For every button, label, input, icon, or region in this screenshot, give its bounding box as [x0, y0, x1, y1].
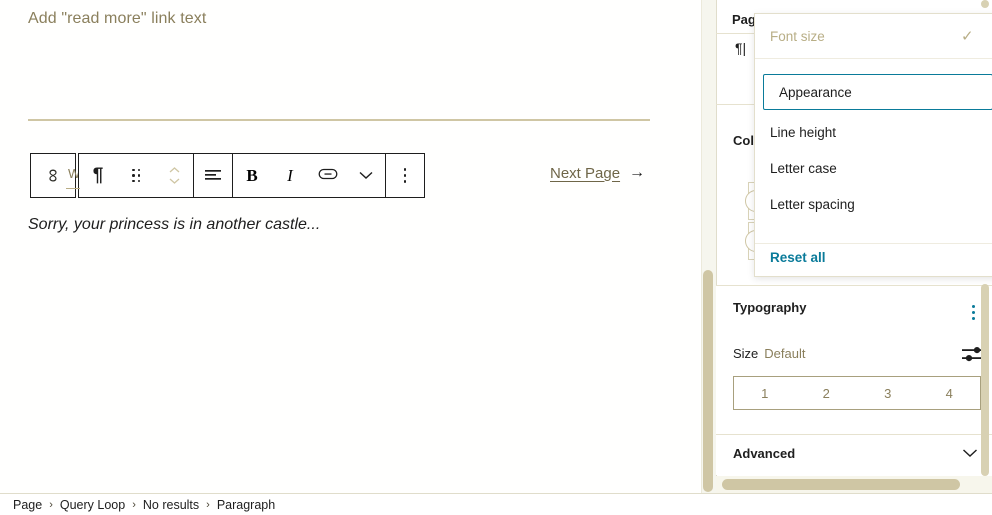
- menu-item-label: Letter spacing: [770, 196, 855, 212]
- content-divider: [28, 119, 650, 121]
- typography-panel: Typography Size Default 1 2 3 4: [716, 285, 992, 435]
- next-page-label: Next Page: [550, 164, 621, 182]
- link-icon: [318, 167, 338, 184]
- advanced-panel-toggle[interactable]: Advanced: [716, 435, 992, 475]
- next-page-link[interactable]: Next Page →: [550, 164, 645, 182]
- more-formats-button[interactable]: [347, 154, 385, 197]
- drag-handle-icon: [132, 168, 140, 183]
- font-size-step-4[interactable]: 4: [919, 377, 981, 409]
- font-size-step-2[interactable]: 2: [796, 377, 858, 409]
- arrow-right-icon: →: [629, 164, 646, 181]
- italic-icon: I: [287, 165, 293, 185]
- menu-header-label: Font size: [770, 28, 825, 44]
- reset-all-button[interactable]: Reset all: [770, 250, 826, 265]
- breadcrumb-item-page[interactable]: Page: [6, 498, 49, 512]
- sidebar-vscrollbar-thumb-top[interactable]: [981, 0, 989, 8]
- obscured-pilcrow-icon: ¶|: [735, 40, 747, 56]
- menu-header-font-size[interactable]: Font size ✓: [755, 14, 992, 59]
- italic-button[interactable]: I: [271, 154, 309, 197]
- move-up-down-icon: [169, 167, 180, 184]
- block-controls-group: ¶ B I: [78, 153, 425, 198]
- bold-icon: B: [246, 165, 258, 185]
- align-text-icon: [204, 167, 223, 185]
- block-type-button[interactable]: ¶: [79, 154, 117, 197]
- block-toolbar: ∞ ¶ B I: [30, 153, 425, 198]
- link-button[interactable]: [309, 154, 347, 197]
- move-block-button[interactable]: [155, 154, 193, 197]
- editor-canvas: Add "read more" link text ∞ ¶ B I W Next…: [0, 0, 700, 493]
- check-icon: ✓: [961, 28, 974, 45]
- menu-item-letter-case[interactable]: Letter case: [755, 150, 992, 186]
- sidebar-row-border: [716, 104, 756, 105]
- chevron-down-icon: [359, 168, 373, 183]
- obscured-link-text: W: [68, 166, 78, 181]
- chain-link-icon: ∞: [42, 168, 64, 183]
- color-section-label: Col: [733, 133, 754, 148]
- breadcrumb-item-paragraph[interactable]: Paragraph: [210, 498, 282, 512]
- menu-divider: [755, 243, 992, 244]
- menu-item-label: Letter case: [770, 160, 837, 176]
- font-size-step-3[interactable]: 3: [857, 377, 919, 409]
- obscured-link-underline: [66, 188, 80, 189]
- more-options-vertical-dots-icon: [403, 168, 407, 183]
- font-size-row: Size Default: [733, 346, 806, 361]
- breadcrumb: Page › Query Loop › No results › Paragra…: [0, 493, 992, 515]
- canvas-scrollbar-thumb[interactable]: [703, 270, 713, 492]
- typography-tools-menu: Font size ✓ Appearance Line height Lette…: [754, 13, 992, 277]
- chevron-down-icon: [962, 445, 978, 463]
- paragraph-pilcrow-icon: ¶: [92, 165, 104, 186]
- breadcrumb-item-query-loop[interactable]: Query Loop: [53, 498, 132, 512]
- menu-item-line-height[interactable]: Line height: [755, 114, 992, 150]
- menu-item-label: Line height: [770, 124, 837, 140]
- breadcrumb-item-no-results[interactable]: No results: [136, 498, 206, 512]
- block-options-button[interactable]: [386, 154, 424, 197]
- sidebar-vscrollbar-thumb[interactable]: [981, 284, 989, 476]
- font-size-step-1[interactable]: 1: [734, 377, 796, 409]
- font-size-value: Default: [764, 346, 806, 361]
- menu-item-label: Appearance: [779, 84, 852, 100]
- editor-root: Add "read more" link text ∞ ¶ B I W Next…: [0, 0, 992, 515]
- read-more-placeholder[interactable]: Add "read more" link text: [28, 10, 206, 28]
- align-text-button[interactable]: [194, 154, 232, 197]
- menu-item-letter-spacing[interactable]: Letter spacing: [755, 186, 992, 222]
- typography-title: Typography: [733, 300, 807, 315]
- font-size-stepper[interactable]: 1 2 3 4: [733, 376, 981, 410]
- bold-button[interactable]: B: [233, 154, 271, 197]
- paragraph-block[interactable]: Sorry, your princess is in another castl…: [28, 216, 320, 234]
- drag-handle-button[interactable]: [117, 154, 155, 197]
- menu-item-appearance[interactable]: Appearance: [763, 74, 992, 110]
- font-size-label: Size: [733, 346, 759, 361]
- sidebar-row-border: [716, 33, 756, 34]
- sidebar-hscrollbar-thumb[interactable]: [722, 479, 960, 490]
- advanced-title: Advanced: [733, 446, 796, 461]
